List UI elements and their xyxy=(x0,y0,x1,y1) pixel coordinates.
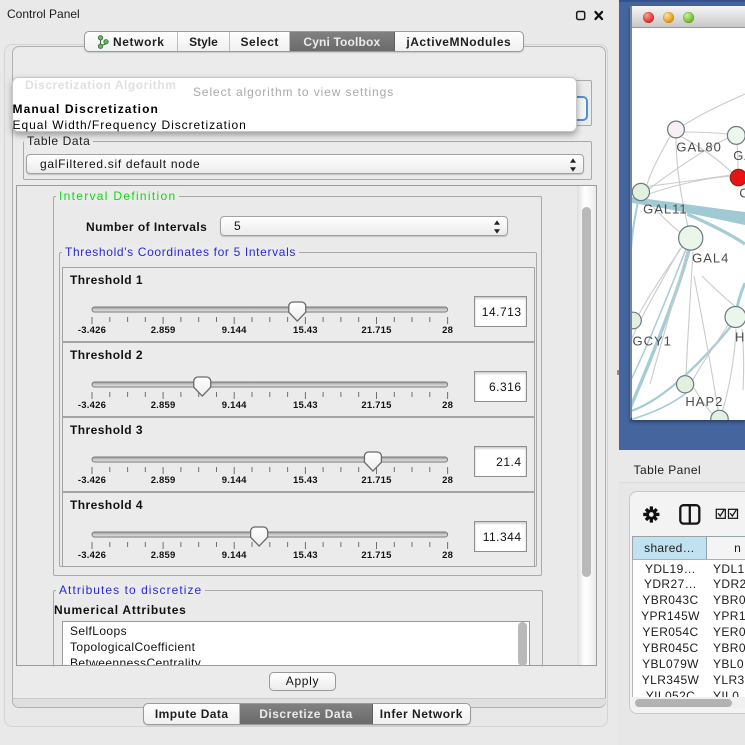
svg-text:28: 28 xyxy=(442,550,453,561)
svg-text:9.144: 9.144 xyxy=(222,475,247,486)
svg-text:HAP2: HAP2 xyxy=(685,394,723,409)
svg-text:GAL4: GAL4 xyxy=(692,250,729,265)
svg-text:-3.426: -3.426 xyxy=(78,400,106,411)
svg-text:C: C xyxy=(739,185,745,200)
svg-text:9.144: 9.144 xyxy=(222,325,247,336)
svg-text:GAL11: GAL11 xyxy=(643,201,688,216)
svg-text:-3.426: -3.426 xyxy=(78,475,106,486)
svg-text:-3.426: -3.426 xyxy=(78,325,106,336)
svg-text:2.859: 2.859 xyxy=(151,325,176,336)
svg-text:2.859: 2.859 xyxy=(151,550,176,561)
svg-text:21.715: 21.715 xyxy=(361,550,392,561)
svg-text:28: 28 xyxy=(442,325,453,336)
svg-text:9.144: 9.144 xyxy=(222,550,247,561)
svg-text:15.43: 15.43 xyxy=(293,475,318,486)
svg-text:15.43: 15.43 xyxy=(293,400,318,411)
svg-text:GA: GA xyxy=(733,148,745,163)
svg-text:2.859: 2.859 xyxy=(151,400,176,411)
svg-text:2.859: 2.859 xyxy=(151,475,176,486)
svg-text:21.715: 21.715 xyxy=(361,475,392,486)
svg-text:15.43: 15.43 xyxy=(293,550,318,561)
svg-text:GCY1: GCY1 xyxy=(633,333,672,348)
svg-text:28: 28 xyxy=(442,400,453,411)
svg-text:9.144: 9.144 xyxy=(222,400,247,411)
svg-text:GAL80: GAL80 xyxy=(676,139,721,154)
svg-text:28: 28 xyxy=(442,475,453,486)
svg-text:21.715: 21.715 xyxy=(361,400,392,411)
svg-text:21.715: 21.715 xyxy=(361,325,392,336)
svg-text:H: H xyxy=(735,329,745,344)
svg-text:-3.426: -3.426 xyxy=(78,550,106,561)
svg-text:15.43: 15.43 xyxy=(293,325,318,336)
